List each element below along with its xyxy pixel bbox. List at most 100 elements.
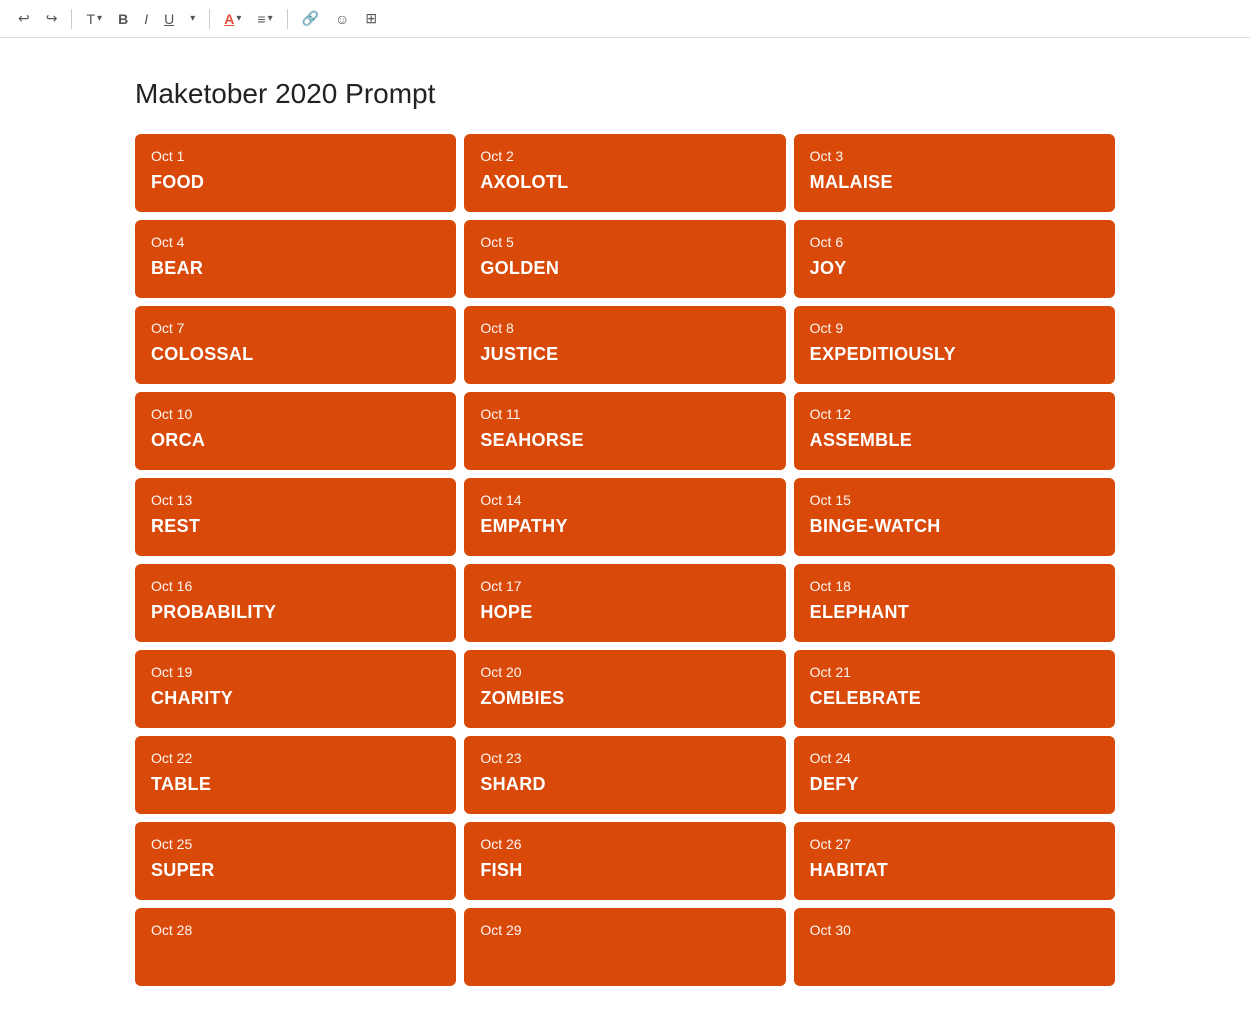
cell-prompt: MALAISE [810,172,1099,193]
cell-date: Oct 10 [151,406,440,422]
cell-date: Oct 17 [480,578,769,594]
cell-date: Oct 12 [810,406,1099,422]
cell-prompt: ASSEMBLE [810,430,1099,451]
prompt-cell: Oct 11 SEAHORSE [464,392,785,470]
cell-prompt: ORCA [151,430,440,451]
prompt-cell: Oct 30 [794,908,1115,986]
page-title: Maketober 2020 Prompt [135,78,1115,110]
cell-prompt: REST [151,516,440,537]
cell-date: Oct 13 [151,492,440,508]
prompt-cell: Oct 19CHARITY [135,650,456,728]
cell-date: Oct 22 [151,750,440,766]
align-button[interactable]: ≡ ▾ [251,7,278,31]
cell-prompt: EMPATHY [480,516,769,537]
cell-date: Oct 9 [810,320,1099,336]
cell-prompt: JUSTICE [480,344,769,365]
prompt-cell: Oct 7COLOSSAL [135,306,456,384]
prompt-cell: Oct 25SUPER [135,822,456,900]
prompt-cell: Oct 14EMPATHY [464,478,785,556]
prompt-cell: Oct 16 PROBABILITY [135,564,456,642]
prompt-cell: Oct 10 ORCA [135,392,456,470]
cell-date: Oct 27 [810,836,1099,852]
cell-date: Oct 4 [151,234,440,250]
link-icon: 🔗 [302,10,319,27]
prompt-cell: Oct 28 [135,908,456,986]
emoji-button[interactable]: ☺ [329,7,355,31]
prompt-grid: Oct 1 FOOD Oct 2 AXOLOTL Oct 3 MALAISE Oct 4 BE… [135,134,1115,986]
cell-date: Oct 3 [810,148,1099,164]
undo-button[interactable]: ↩ [12,6,36,31]
cell-date: Oct 21 [810,664,1099,680]
cell-date: Oct 26 [480,836,769,852]
prompt-cell: Oct 29 [464,908,785,986]
cell-prompt: ZOMBIES [480,688,769,709]
cell-prompt: CHARITY [151,688,440,709]
cell-prompt: DEFY [810,774,1099,795]
cell-prompt: HABITAT [810,860,1099,881]
cell-date: Oct 29 [480,922,769,938]
prompt-cell: Oct 3 MALAISE [794,134,1115,212]
prompt-cell: Oct 18 ELEPHANT [794,564,1115,642]
underline-dropdown-button[interactable]: ▾ [184,9,201,28]
cell-date: Oct 7 [151,320,440,336]
cell-prompt: ELEPHANT [810,602,1099,623]
prompt-cell: Oct 4 BEAR [135,220,456,298]
cell-prompt: FOOD [151,172,440,193]
cell-date: Oct 2 [480,148,769,164]
cell-prompt: HOPE [480,602,769,623]
cell-prompt: CELEBRATE [810,688,1099,709]
font-color-arrow: ▾ [236,13,241,24]
cell-prompt: TABLE [151,774,440,795]
cell-prompt: JOY [810,258,1099,279]
prompt-cell: Oct 26 FISH [464,822,785,900]
prompt-cell: Oct 6 JOY [794,220,1115,298]
align-arrow: ▾ [268,13,273,24]
cell-date: Oct 18 [810,578,1099,594]
cell-date: Oct 6 [810,234,1099,250]
image-button[interactable]: ⊞ [359,6,383,31]
link-button[interactable]: 🔗 [296,6,325,31]
underline-arrow: ▾ [190,13,195,24]
prompt-cell: Oct 8 JUSTICE [464,306,785,384]
cell-date: Oct 1 [151,148,440,164]
underline-button[interactable]: U [158,7,180,31]
cell-prompt: EXPEDITIOUSLY [810,344,1099,365]
italic-button[interactable]: I [138,7,154,31]
font-color-button[interactable]: A ▾ [218,7,247,31]
cell-prompt: BINGE-WATCH [810,516,1099,537]
text-style-arrow: ▾ [97,13,102,24]
bold-button[interactable]: B [112,7,134,31]
cell-prompt: AXOLOTL [480,172,769,193]
cell-prompt: GOLDEN [480,258,769,279]
prompt-cell: Oct 5 GOLDEN [464,220,785,298]
text-style-label: T [86,11,95,27]
cell-date: Oct 8 [480,320,769,336]
cell-prompt: BEAR [151,258,440,279]
prompt-cell: Oct 12 ASSEMBLE [794,392,1115,470]
cell-date: Oct 5 [480,234,769,250]
emoji-icon: ☺ [335,11,349,27]
cell-date: Oct 16 [151,578,440,594]
cell-prompt: PROBABILITY [151,602,440,623]
separator-1 [71,9,72,29]
main-content: Maketober 2020 Prompt Oct 1 FOOD Oct 2 AXOL… [75,38,1175,1026]
redo-button[interactable]: ↪ [40,6,64,31]
prompt-cell: Oct 21 CELEBRATE [794,650,1115,728]
cell-prompt: FISH [480,860,769,881]
prompt-cell: Oct 13 REST [135,478,456,556]
cell-date: Oct 30 [810,922,1099,938]
separator-2 [209,9,210,29]
prompt-cell: Oct 17 HOPE [464,564,785,642]
cell-prompt: SUPER [151,860,440,881]
cell-prompt: SEAHORSE [480,430,769,451]
cell-date: Oct 11 [480,406,769,422]
cell-date: Oct 28 [151,922,440,938]
cell-date: Oct 23 [480,750,769,766]
text-style-button[interactable]: T ▾ [80,7,108,31]
align-label: ≡ [257,11,265,27]
prompt-cell: Oct 23SHARD [464,736,785,814]
prompt-cell: Oct 24DEFY [794,736,1115,814]
prompt-cell: Oct 1 FOOD [135,134,456,212]
cell-date: Oct 20 [480,664,769,680]
prompt-cell: Oct 9 EXPEDITIOUSLY [794,306,1115,384]
